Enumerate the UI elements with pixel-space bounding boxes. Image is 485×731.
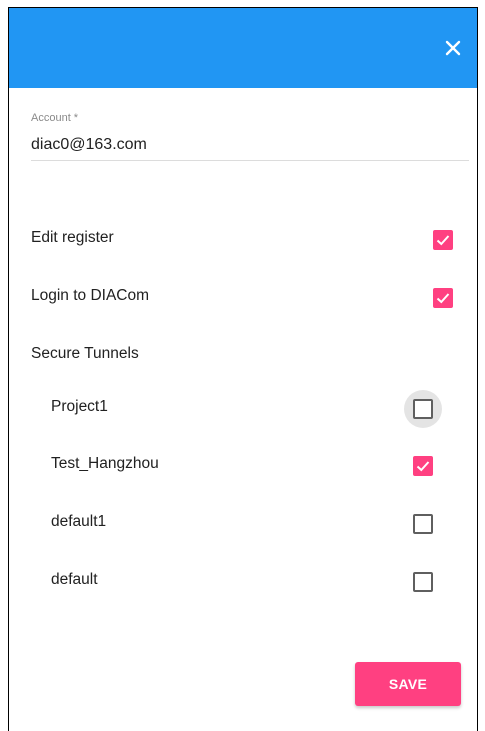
tunnel-label: default1 <box>51 513 107 530</box>
tunnel-label: Test_Hangzhou <box>51 455 159 472</box>
login-to-diacom-checkbox[interactable] <box>433 288 453 308</box>
dialog-header <box>9 8 477 88</box>
default-checkbox[interactable] <box>413 572 433 592</box>
close-button[interactable] <box>439 34 467 62</box>
tunnel-label: Project1 <box>51 398 108 415</box>
tunnel-label: default <box>51 571 98 588</box>
account-field: Account * <box>31 111 469 161</box>
permission-label: Login to DIACom <box>31 287 150 304</box>
check-icon <box>436 293 450 304</box>
permission-edit-register: Edit register <box>31 223 469 253</box>
secure-tunnels-section: Secure Tunnels <box>31 339 469 369</box>
tunnel-item-project1: Project1 <box>31 390 469 428</box>
check-icon <box>436 235 450 246</box>
tunnel-item-test-hangzhou: Test_Hangzhou <box>31 449 469 479</box>
tunnel-item-default: default <box>31 565 469 595</box>
check-icon <box>416 461 430 472</box>
edit-register-checkbox[interactable] <box>433 230 453 250</box>
account-field-label: Account * <box>31 112 79 124</box>
secure-tunnels-heading: Secure Tunnels <box>31 345 139 362</box>
default1-checkbox[interactable] <box>413 514 433 534</box>
edit-account-dialog: Account * Edit register Login to DIACom … <box>8 7 478 731</box>
close-icon <box>445 40 461 56</box>
save-button[interactable]: SAVE <box>355 662 461 706</box>
permission-login-to-diacom: Login to DIACom <box>31 281 469 311</box>
permission-label: Edit register <box>31 229 114 246</box>
tunnel-item-default1: default1 <box>31 507 469 537</box>
account-input[interactable] <box>31 134 469 156</box>
project1-checkbox[interactable] <box>413 399 433 419</box>
test-hangzhou-checkbox[interactable] <box>413 456 433 476</box>
account-underline <box>31 160 469 161</box>
